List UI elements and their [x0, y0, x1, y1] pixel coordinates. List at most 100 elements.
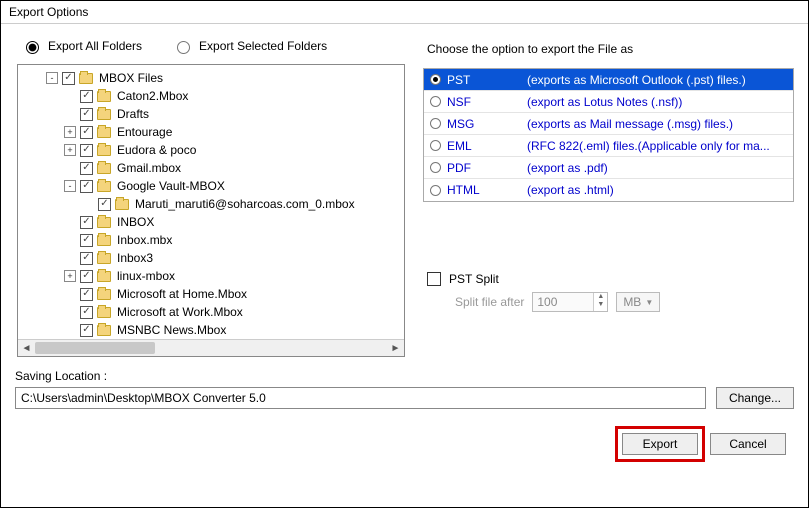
spinner-down-icon[interactable]: ▼: [594, 301, 607, 309]
format-radio[interactable]: [430, 118, 441, 129]
folder-icon: [97, 91, 111, 102]
radio-export-all-input[interactable]: [26, 41, 39, 54]
tree-node[interactable]: Gmail.mbox: [22, 159, 400, 177]
toggle-spacer: [64, 162, 76, 174]
expand-icon[interactable]: +: [64, 144, 76, 156]
tree-checkbox[interactable]: [80, 180, 93, 193]
tree-node[interactable]: MSNBC News.Mbox: [22, 321, 400, 339]
expand-icon[interactable]: +: [64, 270, 76, 282]
format-radio[interactable]: [430, 162, 441, 173]
toggle-spacer: [64, 288, 76, 300]
toggle-spacer: [64, 90, 76, 102]
tree-node[interactable]: +Eudora & poco: [22, 141, 400, 159]
tree-node-label: INBOX: [116, 215, 154, 229]
format-option-nsf[interactable]: NSF(export as Lotus Notes (.nsf)): [424, 91, 793, 113]
format-radio[interactable]: [430, 96, 441, 107]
folder-icon: [97, 217, 111, 228]
tree-checkbox[interactable]: [80, 324, 93, 337]
format-desc: (export as .pdf): [527, 161, 787, 175]
collapse-icon[interactable]: -: [46, 72, 58, 84]
tree-node[interactable]: + Entourage: [22, 123, 400, 141]
tree-checkbox[interactable]: [80, 162, 93, 175]
tree-node[interactable]: Drafts: [22, 105, 400, 123]
export-button[interactable]: Export: [622, 433, 698, 455]
scroll-thumb[interactable]: [35, 340, 387, 356]
tree-node-label: MSNBC News.Mbox: [116, 323, 226, 337]
folder-icon: [97, 127, 111, 138]
tree-checkbox[interactable]: [80, 108, 93, 121]
format-desc: (exports as Mail message (.msg) files.): [527, 117, 787, 131]
format-option-html[interactable]: HTML(export as .html): [424, 179, 793, 201]
format-option-msg[interactable]: MSG (exports as Mail message (.msg) files…: [424, 113, 793, 135]
radio-export-selected[interactable]: Export Selected Folders: [172, 38, 327, 54]
tree-checkbox[interactable]: [80, 288, 93, 301]
folder-icon: [97, 181, 111, 192]
tree-node[interactable]: - Google Vault-MBOX: [22, 177, 400, 195]
split-size-spinner[interactable]: ▲ ▼: [532, 292, 608, 312]
tree-node[interactable]: Inbox.mbx: [22, 231, 400, 249]
format-option-pdf[interactable]: PDF (export as .pdf): [424, 157, 793, 179]
tree-node-label: Entourage: [116, 125, 172, 139]
chevron-down-icon: ▼: [645, 298, 653, 307]
split-unit-label: MB: [623, 295, 641, 309]
format-option-eml[interactable]: EML(RFC 822(.eml) files.(Applicable only…: [424, 135, 793, 157]
tree-node-label: Google Vault-MBOX: [116, 179, 225, 193]
folder-icon: [97, 289, 111, 300]
folder-icon: [97, 325, 111, 336]
tree-checkbox[interactable]: [80, 216, 93, 229]
collapse-icon[interactable]: -: [64, 180, 76, 192]
tree-node[interactable]: Caton2.Mbox: [22, 87, 400, 105]
format-radio[interactable]: [430, 185, 441, 196]
radio-export-selected-input[interactable]: [177, 41, 190, 54]
radio-export-selected-label: Export Selected Folders: [199, 39, 327, 53]
tree-checkbox[interactable]: [80, 90, 93, 103]
tree-checkbox[interactable]: [98, 198, 111, 211]
split-size-input[interactable]: [533, 293, 593, 311]
expand-icon[interactable]: +: [64, 126, 76, 138]
radio-export-all[interactable]: Export All Folders: [21, 38, 142, 54]
tree-horizontal-scrollbar[interactable]: ◄ ►: [18, 339, 404, 356]
tree-node-label: Microsoft at Work.Mbox: [116, 305, 243, 319]
toggle-spacer: [64, 108, 76, 120]
tree-node[interactable]: Microsoft at Home.Mbox: [22, 285, 400, 303]
change-button[interactable]: Change...: [716, 387, 794, 409]
format-radio[interactable]: [430, 140, 441, 151]
format-list: PST(exports as Microsoft Outlook (.pst) …: [423, 68, 794, 202]
radio-export-all-label: Export All Folders: [48, 39, 142, 53]
format-option-pst[interactable]: PST(exports as Microsoft Outlook (.pst) …: [424, 69, 793, 91]
tree-checkbox[interactable]: [80, 252, 93, 265]
tree-node-label: linux-mbox: [116, 269, 175, 283]
saving-location-input[interactable]: [15, 387, 706, 409]
tree-node-label: MBOX Files: [98, 71, 163, 85]
toggle-spacer: [64, 306, 76, 318]
tree-node[interactable]: Microsoft at Work.Mbox: [22, 303, 400, 321]
tree-node[interactable]: INBOX: [22, 213, 400, 231]
tree-checkbox[interactable]: [80, 144, 93, 157]
folder-tree[interactable]: - MBOX Files Caton2.Mbox Drafts + Entourage +E…: [17, 64, 405, 357]
folder-icon: [97, 253, 111, 264]
tree-checkbox[interactable]: [62, 72, 75, 85]
pst-split-checkbox[interactable]: [427, 272, 441, 286]
tree-checkbox[interactable]: [80, 306, 93, 319]
format-radio[interactable]: [430, 74, 441, 85]
folder-icon: [115, 199, 129, 210]
tree-node-label: Microsoft at Home.Mbox: [116, 287, 247, 301]
tree-node-label: Drafts: [116, 107, 149, 121]
tree-checkbox[interactable]: [80, 234, 93, 247]
format-name: EML: [447, 139, 521, 153]
saving-location-label: Saving Location :: [15, 369, 794, 387]
tree-node[interactable]: + linux-mbox: [22, 267, 400, 285]
split-unit-select[interactable]: MB ▼: [616, 292, 660, 312]
tree-checkbox[interactable]: [80, 270, 93, 283]
format-name: MSG: [447, 117, 521, 131]
tree-node[interactable]: Inbox3: [22, 249, 400, 267]
scroll-left-icon[interactable]: ◄: [18, 340, 35, 357]
spinner-up-icon[interactable]: ▲: [594, 293, 607, 301]
scroll-right-icon[interactable]: ►: [387, 340, 404, 357]
tree-node[interactable]: - MBOX Files: [22, 69, 400, 87]
cancel-button[interactable]: Cancel: [710, 433, 786, 455]
tree-checkbox[interactable]: [80, 126, 93, 139]
folder-icon: [97, 307, 111, 318]
tree-node[interactable]: Maruti_maruti6@soharcoas.com_0.mbox: [22, 195, 400, 213]
format-name: PDF: [447, 161, 521, 175]
